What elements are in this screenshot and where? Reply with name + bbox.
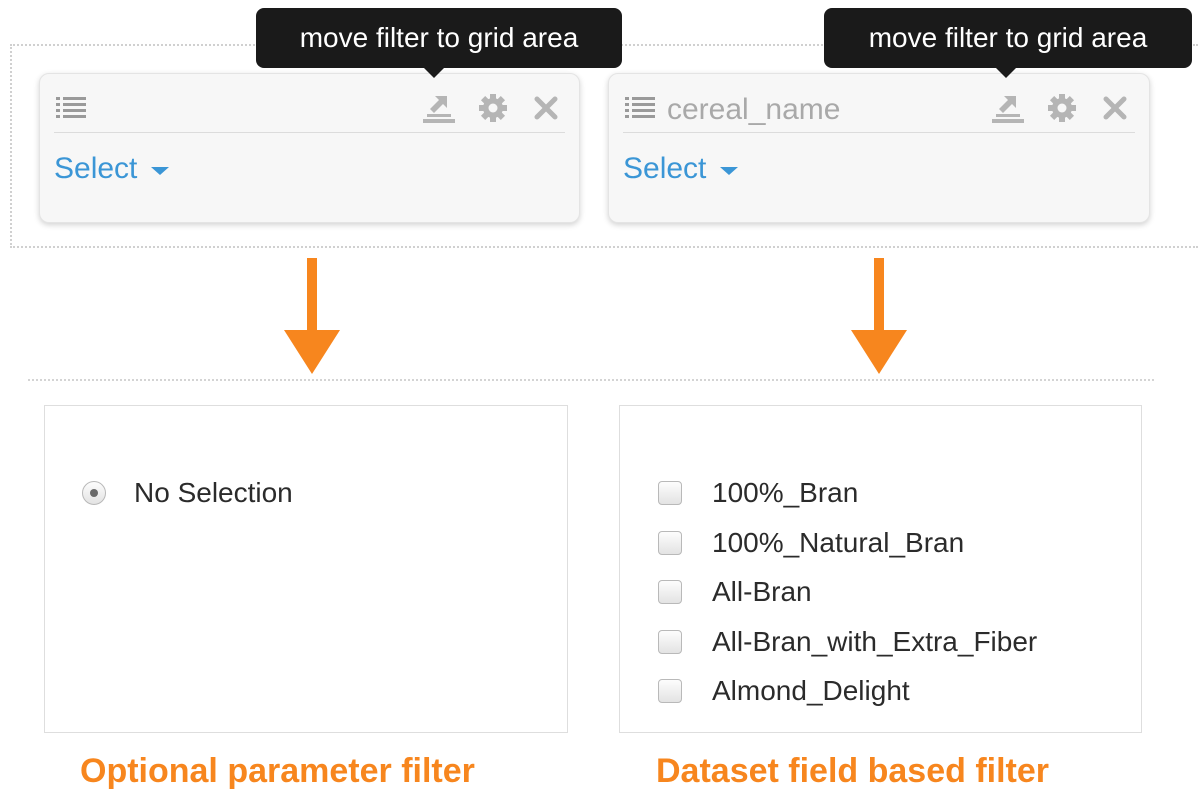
checkbox-label: 100%_Natural_Bran bbox=[712, 527, 965, 558]
checkbox[interactable] bbox=[658, 481, 682, 505]
checkbox[interactable] bbox=[658, 630, 682, 654]
move-filter-tooltip: move filter to grid area bbox=[256, 8, 622, 78]
radio-button[interactable] bbox=[82, 481, 106, 505]
select-label: Select bbox=[54, 152, 138, 185]
dataset-filter-panel: 100%_Bran 100%_Natural_Bran All-Bran All… bbox=[619, 405, 1142, 733]
checkbox-label: All-Bran_with_Extra_Fiber bbox=[712, 626, 1038, 657]
filter-card-header: cereal_name bbox=[623, 88, 1135, 133]
checkbox-option[interactable]: All-Bran_with_Extra_Fiber bbox=[658, 625, 1037, 659]
down-arrow-icon bbox=[284, 258, 340, 374]
filter-field-name: cereal_name bbox=[667, 93, 841, 126]
select-dropdown[interactable]: Select bbox=[54, 151, 170, 187]
down-arrow-icon bbox=[851, 258, 907, 374]
close-icon[interactable] bbox=[532, 92, 560, 124]
close-icon[interactable] bbox=[1101, 92, 1129, 124]
chevron-down-icon bbox=[151, 167, 170, 175]
chevron-down-icon bbox=[720, 167, 739, 175]
select-dropdown[interactable]: Select bbox=[623, 151, 739, 187]
list-icon bbox=[56, 97, 86, 118]
checkbox-label: Almond_Delight bbox=[712, 675, 910, 706]
checkbox[interactable] bbox=[658, 679, 682, 703]
checkbox-option[interactable]: 100%_Natural_Bran bbox=[658, 526, 964, 560]
checkbox-label: 100%_Bran bbox=[712, 477, 859, 508]
checkbox[interactable] bbox=[658, 580, 682, 604]
optional-filter-panel: No Selection bbox=[44, 405, 568, 733]
checkbox-option[interactable]: 100%_Bran bbox=[658, 476, 858, 510]
filter-card-optional: Select bbox=[39, 73, 580, 223]
checkbox-option[interactable]: Almond_Delight bbox=[658, 674, 910, 708]
section-divider bbox=[28, 379, 1154, 381]
dataset-filter-caption: Dataset field based filter bbox=[656, 752, 1050, 790]
checkbox-label: All-Bran bbox=[712, 576, 812, 607]
gear-icon[interactable] bbox=[1047, 92, 1077, 124]
filter-card-header bbox=[54, 88, 565, 133]
move-to-grid-icon[interactable] bbox=[990, 92, 1026, 124]
filter-card-cereal-name: cereal_name Select bbox=[608, 73, 1150, 223]
select-label: Select bbox=[623, 152, 707, 185]
checkbox-option[interactable]: All-Bran bbox=[658, 575, 812, 609]
optional-filter-caption: Optional parameter filter bbox=[80, 752, 475, 790]
move-to-grid-icon[interactable] bbox=[421, 92, 457, 124]
radio-label: No Selection bbox=[134, 477, 293, 508]
radio-option[interactable]: No Selection bbox=[82, 476, 293, 510]
gear-icon[interactable] bbox=[478, 92, 508, 124]
checkbox[interactable] bbox=[658, 531, 682, 555]
move-filter-tooltip: move filter to grid area bbox=[824, 8, 1192, 78]
list-icon bbox=[625, 97, 655, 118]
